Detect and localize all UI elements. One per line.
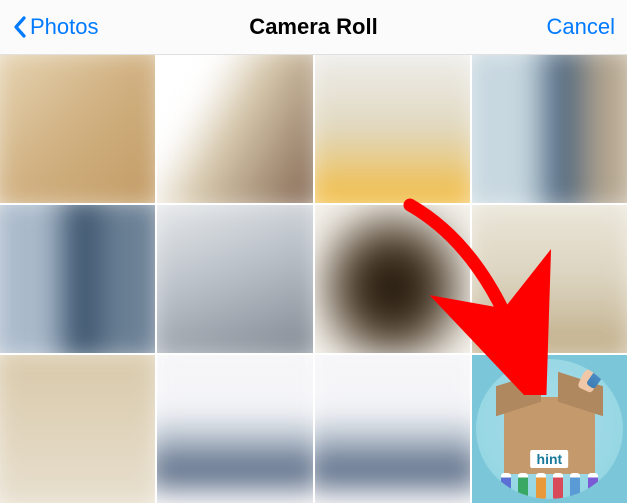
bottle-icon: [570, 473, 580, 499]
bottle-icon: [536, 473, 546, 499]
photo-thumbnail[interactable]: [0, 205, 155, 353]
photo-thumbnail[interactable]: [0, 55, 155, 203]
blurred-thumbnail-fill: [472, 205, 627, 353]
chevron-left-icon: [12, 15, 28, 39]
blurred-thumbnail-fill: [0, 205, 155, 353]
bottle-row: [476, 469, 623, 499]
photo-thumbnail[interactable]: [472, 55, 627, 203]
bottle-icon: [553, 473, 563, 499]
photo-thumbnail[interactable]: [157, 55, 312, 203]
bottle-icon: [605, 473, 615, 499]
product-box: hint: [504, 397, 595, 474]
cancel-button[interactable]: Cancel: [547, 14, 615, 40]
photo-thumbnail[interactable]: [472, 205, 627, 353]
photo-thumbnail[interactable]: [315, 55, 470, 203]
blurred-thumbnail-fill: [157, 55, 312, 203]
thumbnail-circle-overlay: hint: [476, 359, 623, 499]
bottle-icon: [501, 473, 511, 499]
blurred-thumbnail-fill: [315, 205, 470, 353]
photo-thumbnail[interactable]: [315, 205, 470, 353]
blurred-thumbnail-fill: [0, 355, 155, 503]
page-title: Camera Roll: [249, 14, 377, 40]
photo-grid: hint: [0, 55, 627, 503]
navigation-bar: Photos Camera Roll Cancel: [0, 0, 627, 55]
photo-thumbnail[interactable]: [157, 205, 312, 353]
bottle-icon: [588, 473, 598, 499]
blurred-thumbnail-fill: [315, 355, 470, 503]
bottle-icon: [483, 473, 493, 499]
blurred-thumbnail-fill: [315, 55, 470, 203]
blurred-thumbnail-fill: [157, 205, 312, 353]
blurred-thumbnail-fill: [0, 55, 155, 203]
photo-thumbnail[interactable]: [0, 355, 155, 503]
photo-thumbnail-highlighted[interactable]: hint: [472, 355, 627, 503]
bottle-icon: [518, 473, 528, 499]
back-label: Photos: [30, 14, 99, 40]
photo-thumbnail[interactable]: [157, 355, 312, 503]
blurred-thumbnail-fill: [157, 355, 312, 503]
blurred-thumbnail-fill: [472, 55, 627, 203]
back-button[interactable]: Photos: [12, 14, 99, 40]
product-box-brand: hint: [531, 450, 569, 468]
photo-thumbnail[interactable]: [315, 355, 470, 503]
